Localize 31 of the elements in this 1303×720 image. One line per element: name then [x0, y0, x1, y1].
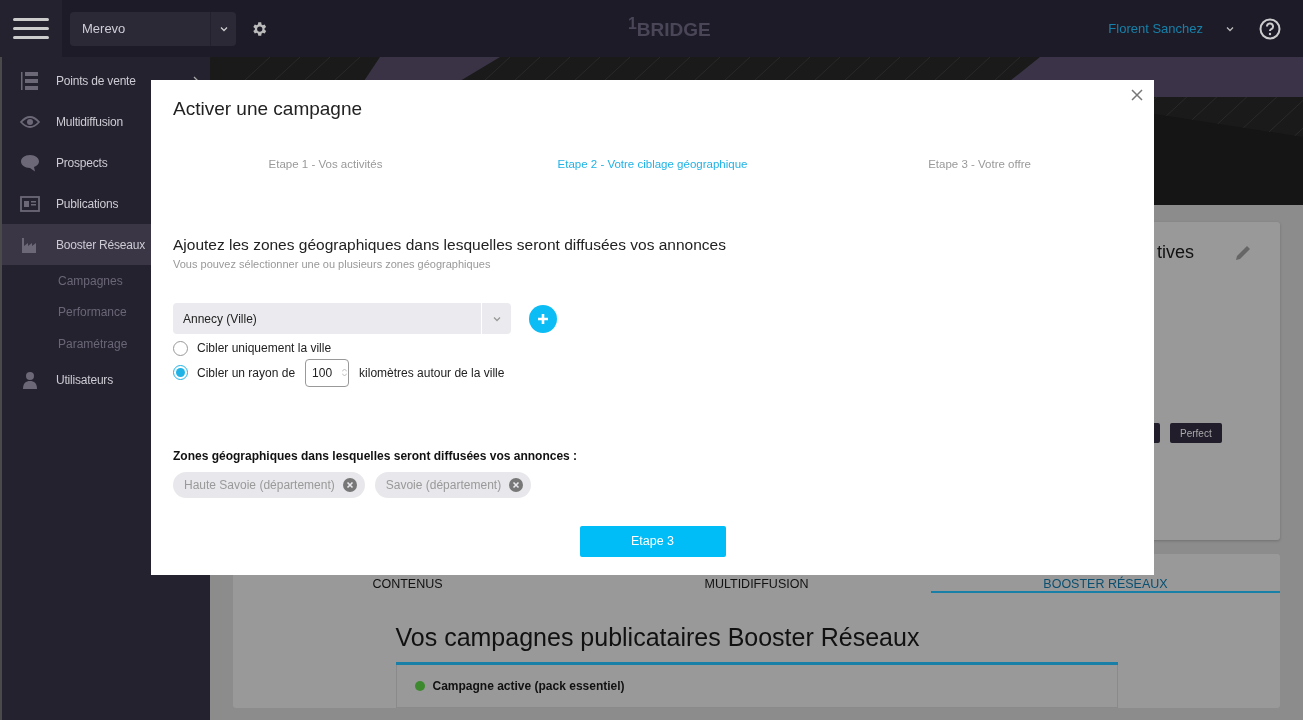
option-label: Cibler uniquement la ville	[197, 341, 332, 356]
number-field[interactable]: 100	[305, 358, 350, 387]
option-suffix: kilomètres autour de la ville	[359, 365, 505, 380]
campaign-status: Campagne active (pack essentiel)	[432, 679, 625, 693]
sidebar-item[interactable]: Points de vente	[2, 60, 210, 101]
add-button[interactable]	[529, 304, 557, 333]
list-icon	[20, 70, 40, 91]
sidebar-item[interactable]: Publications	[2, 183, 210, 224]
zones-label: Zones géographiques dans lesquelles seront diffusées vos annonces :	[173, 448, 579, 463]
help-icon[interactable]	[1259, 17, 1281, 40]
sidebar-item[interactable]: Prospects	[2, 142, 210, 183]
zone-chip: Haute Savoie (département)	[173, 471, 365, 498]
account-select[interactable]: Merevo	[70, 11, 236, 46]
user-name[interactable]: Florent Sanchez	[1108, 21, 1203, 36]
remove-icon[interactable]	[342, 477, 357, 492]
plus-icon	[537, 312, 549, 325]
eye-icon	[20, 114, 40, 129]
city-select[interactable]: Annecy (Ville)	[173, 303, 511, 334]
modal-title: Activer une campagne	[173, 98, 364, 120]
section-heading: Vos campagnes publicataires Booster Réseaux	[395, 623, 1118, 665]
zone-chip: Savoie (département)	[374, 471, 532, 498]
remove-icon[interactable]	[509, 477, 524, 492]
menu-icon[interactable]	[13, 17, 49, 40]
newspaper-icon	[20, 195, 40, 212]
spinner-icon	[342, 368, 348, 378]
user-icon	[22, 371, 38, 389]
option-label: Cibler un rayon de	[197, 365, 296, 380]
tag: Perfect	[1170, 423, 1222, 443]
speech-bubble-icon	[20, 153, 40, 172]
pencil-icon[interactable]	[1234, 243, 1252, 262]
card-title: tives	[1157, 242, 1194, 263]
